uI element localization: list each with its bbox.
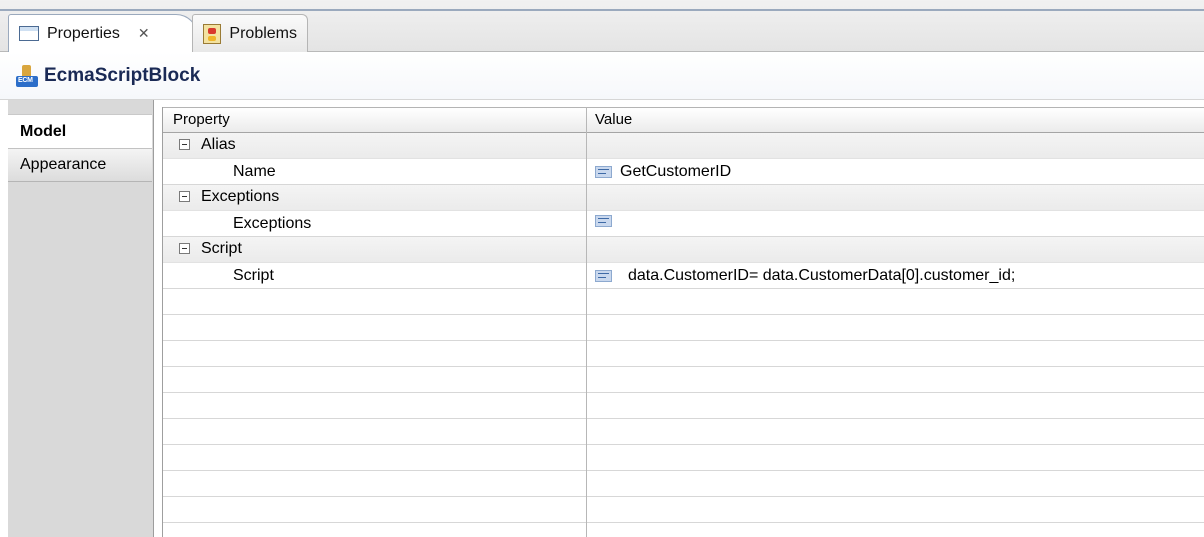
- ecmascript-block-icon: ECM: [16, 64, 38, 87]
- table-header: Property Value: [163, 107, 1204, 133]
- empty-row: [163, 341, 1204, 367]
- collapse-icon[interactable]: [179, 191, 190, 202]
- tab-model[interactable]: Model: [8, 114, 152, 148]
- property-row-exceptions[interactable]: Exceptions: [163, 211, 1204, 237]
- property-label: Name: [233, 163, 276, 180]
- category-label: Script: [201, 240, 242, 257]
- collapse-icon[interactable]: [179, 243, 190, 254]
- tab-problems[interactable]: Problems: [192, 14, 308, 52]
- problems-view-icon: [203, 23, 222, 44]
- empty-row: [163, 393, 1204, 419]
- empty-row: [163, 471, 1204, 497]
- property-value: GetCustomerID: [620, 163, 732, 180]
- property-value: data.CustomerID= data.CustomerData[0].cu…: [628, 267, 1016, 284]
- text-value-icon: [595, 166, 612, 178]
- properties-view-icon: [19, 26, 39, 41]
- tab-appearance-label: Appearance: [20, 156, 107, 173]
- property-value-cell[interactable]: [595, 215, 620, 227]
- tab-problems-label: Problems: [229, 24, 297, 42]
- property-value-cell[interactable]: GetCustomerID: [595, 163, 731, 181]
- properties-table: Property Value Alias Name GetCustomerID …: [162, 107, 1204, 537]
- collapse-icon[interactable]: [179, 139, 190, 150]
- empty-row: [163, 445, 1204, 471]
- empty-row: [163, 497, 1204, 523]
- page-title: EcmaScriptBlock: [44, 64, 201, 86]
- category-row-exceptions[interactable]: Exceptions: [163, 185, 1204, 211]
- column-divider[interactable]: [586, 107, 587, 537]
- empty-row: [163, 367, 1204, 393]
- tab-properties[interactable]: Properties ✕: [8, 14, 198, 52]
- property-row-name[interactable]: Name GetCustomerID: [163, 159, 1204, 185]
- category-row-script[interactable]: Script: [163, 237, 1204, 263]
- text-value-icon: [595, 215, 612, 227]
- section-tabs: Model Appearance: [8, 100, 154, 537]
- property-row-script[interactable]: Script data.CustomerID= data.CustomerDat…: [163, 263, 1204, 289]
- category-label: Alias: [201, 136, 236, 153]
- text-value-icon: [595, 270, 612, 282]
- tab-properties-label: Properties: [47, 24, 120, 42]
- empty-row: [163, 315, 1204, 341]
- category-label: Exceptions: [201, 188, 280, 205]
- property-label: Script: [233, 267, 274, 284]
- tab-model-label: Model: [20, 122, 67, 140]
- property-value-cell[interactable]: data.CustomerID= data.CustomerData[0].cu…: [595, 267, 1015, 285]
- column-header-property[interactable]: Property: [173, 111, 230, 128]
- close-icon[interactable]: ✕: [138, 25, 150, 42]
- property-label: Exceptions: [233, 215, 312, 232]
- ecmascript-block-icon-text: ECM: [18, 76, 33, 84]
- tab-appearance[interactable]: Appearance: [8, 148, 152, 182]
- properties-title-bar: ECM EcmaScriptBlock: [0, 52, 1204, 100]
- category-row-alias[interactable]: Alias: [163, 133, 1204, 159]
- view-tab-strip: Properties ✕ Problems: [0, 0, 1204, 52]
- empty-row: [163, 419, 1204, 445]
- column-header-value[interactable]: Value: [595, 111, 632, 128]
- empty-row: [163, 289, 1204, 315]
